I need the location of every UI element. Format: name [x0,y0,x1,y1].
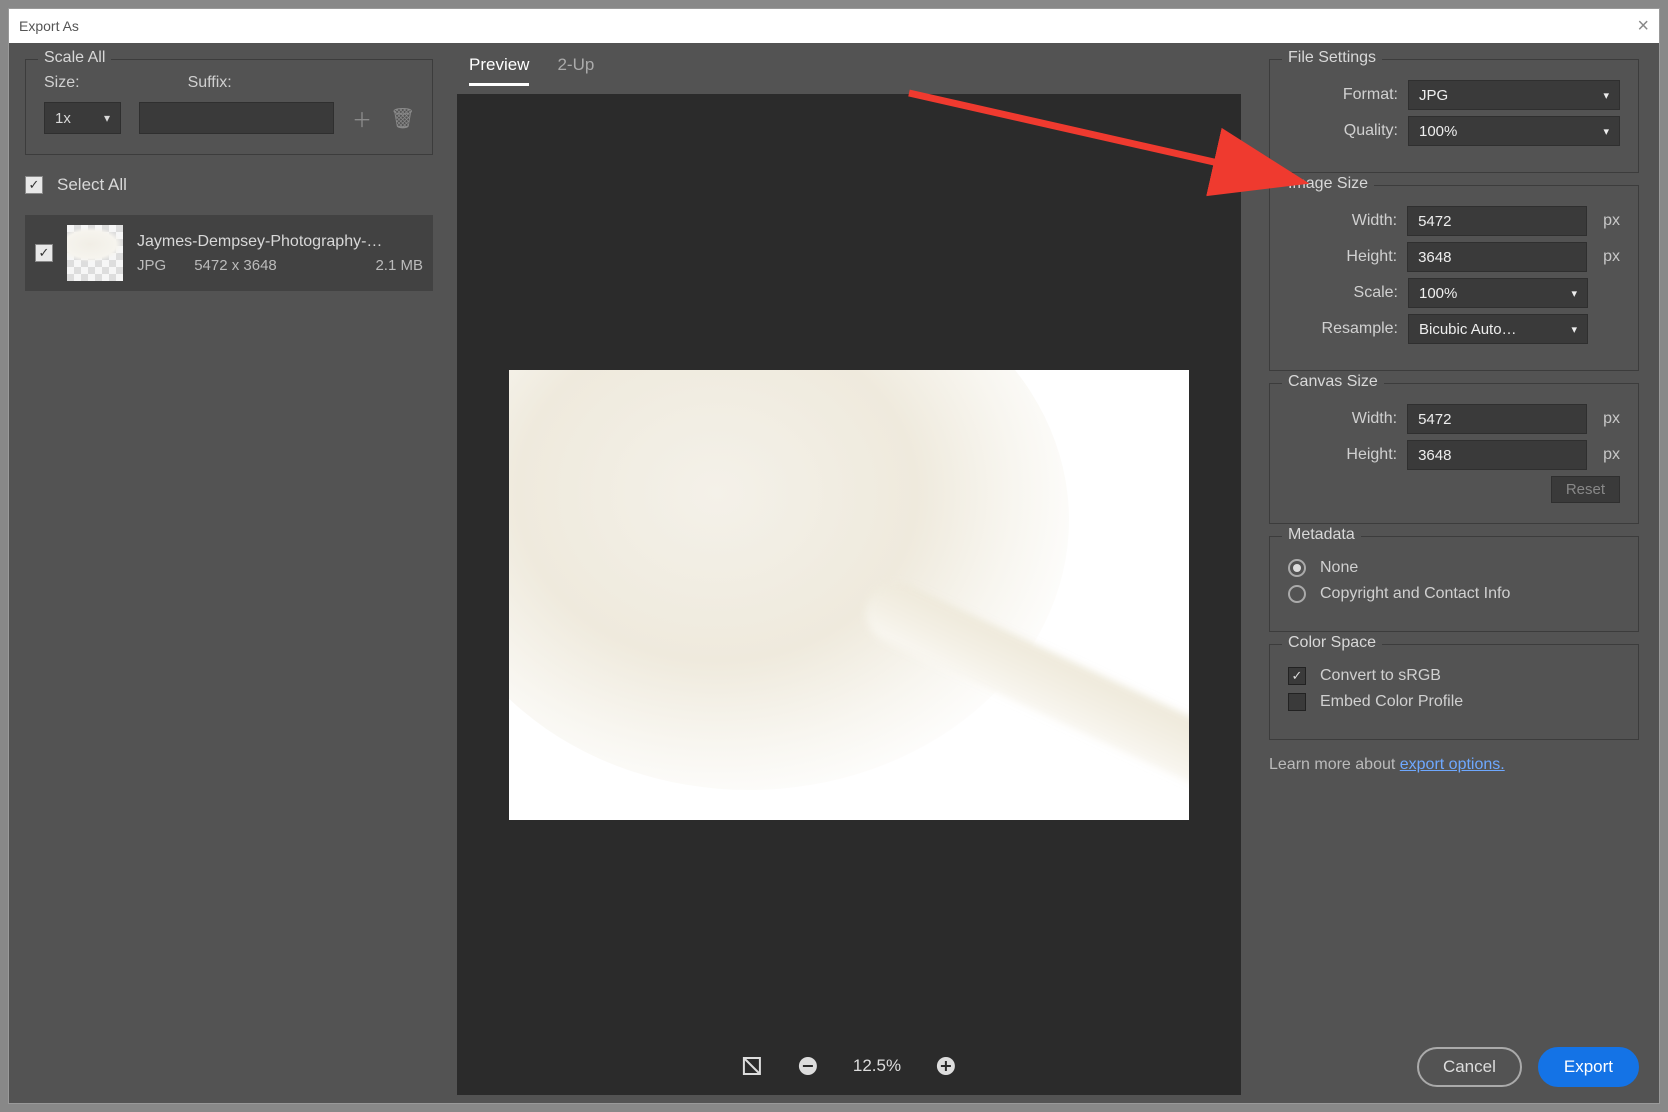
color-space-title: Color Space [1282,634,1382,652]
format-select[interactable]: JPG▾ [1408,80,1620,110]
zoom-in-icon[interactable] [935,1055,957,1077]
asset-thumbnail [67,225,123,281]
canvas-size-title: Canvas Size [1282,373,1384,391]
resample-select[interactable]: Bicubic Auto…▾ [1408,314,1588,344]
titlebar: Export As × [9,9,1659,43]
canvas-height-input[interactable] [1407,440,1587,470]
tab-preview[interactable]: Preview [469,55,529,86]
size-select[interactable]: 1x ▾ [44,102,121,134]
export-options-link[interactable]: export options. [1400,756,1505,773]
suffix-label: Suffix: [188,74,232,92]
format-label: Format: [1288,86,1398,104]
learn-more: Learn more about export options. [1269,756,1639,774]
canvas-area: 12.5% [457,94,1241,1095]
size-value: 1x [55,110,71,127]
unit-px: px [1603,248,1620,266]
chevron-down-icon: ▾ [1603,125,1609,138]
preview-image [509,370,1189,820]
asset-checkbox[interactable]: ✓ [35,244,53,262]
color-space-group: Color Space ✓ Convert to sRGB Embed Colo… [1269,644,1639,740]
scale-all-title: Scale All [38,49,111,67]
file-settings-title: File Settings [1282,49,1382,67]
chevron-down-icon: ▾ [1603,89,1609,102]
chevron-down-icon: ▾ [1571,323,1577,336]
scale-label: Scale: [1288,284,1398,302]
unit-px: px [1603,446,1620,464]
trash-icon[interactable]: 🗑 [390,106,414,131]
quality-select[interactable]: 100%▾ [1408,116,1620,146]
image-size-group: Image Size Width: px Height: px Scale: 1… [1269,185,1639,371]
asset-filesize: 2.1 MB [375,257,423,274]
chevron-down-icon: ▾ [104,111,110,125]
file-settings-group: File Settings Format: JPG▾ Quality: 100%… [1269,59,1639,173]
height-label: Height: [1288,248,1397,266]
metadata-copyright-row[interactable]: Copyright and Contact Info [1288,585,1620,603]
asset-name: Jaymes-Dempsey-Photography-… [137,233,423,251]
zoom-out-icon[interactable] [797,1055,819,1077]
chevron-down-icon: ▾ [1571,287,1577,300]
left-panel: Scale All Size: Suffix: 1x ▾ ＋ 🗑 ✓ [9,43,449,1103]
radio-copyright[interactable] [1288,585,1306,603]
scale-all-group: Scale All Size: Suffix: 1x ▾ ＋ 🗑 [25,59,433,155]
convert-srgb-label: Convert to sRGB [1320,667,1441,685]
canvas-height-label: Height: [1288,446,1397,464]
zoom-level: 12.5% [853,1056,901,1076]
export-button[interactable]: Export [1538,1047,1639,1087]
preview-tabs: Preview 2-Up [449,43,1249,86]
metadata-none-label: None [1320,559,1358,577]
cancel-button[interactable]: Cancel [1417,1047,1522,1087]
canvas-width-label: Width: [1288,410,1397,428]
zoom-bar: 12.5% [741,1055,957,1077]
metadata-copyright-label: Copyright and Contact Info [1320,585,1510,603]
metadata-title: Metadata [1282,526,1361,544]
asset-dims: 5472 x 3648 [194,257,277,274]
add-icon[interactable]: ＋ [352,104,372,133]
asset-row[interactable]: ✓ Jaymes-Dempsey-Photography-… JPG 5472 … [25,215,433,291]
unit-px: px [1603,410,1620,428]
metadata-none-row[interactable]: None [1288,559,1620,577]
asset-format: JPG [137,257,166,274]
footer-buttons: Cancel Export [1269,1035,1639,1087]
size-label: Size: [44,74,80,92]
width-input[interactable] [1407,206,1587,236]
right-panel: File Settings Format: JPG▾ Quality: 100%… [1249,43,1659,1103]
unit-px: px [1603,212,1620,230]
image-size-title: Image Size [1282,175,1374,193]
select-all-checkbox[interactable]: ✓ [25,176,43,194]
reset-button[interactable]: Reset [1551,476,1620,503]
canvas-width-input[interactable] [1407,404,1587,434]
asset-info: Jaymes-Dempsey-Photography-… JPG 5472 x … [137,233,423,274]
scale-select[interactable]: 100%▾ [1408,278,1588,308]
convert-srgb-row[interactable]: ✓ Convert to sRGB [1288,667,1620,685]
embed-profile-checkbox[interactable] [1288,693,1306,711]
resample-label: Resample: [1288,320,1398,338]
height-input[interactable] [1407,242,1587,272]
convert-srgb-checkbox[interactable]: ✓ [1288,667,1306,685]
canvas-size-group: Canvas Size Width: px Height: px Reset [1269,383,1639,524]
width-label: Width: [1288,212,1397,230]
suffix-input[interactable] [139,102,334,134]
select-all-row[interactable]: ✓ Select All [25,175,433,195]
embed-profile-label: Embed Color Profile [1320,693,1463,711]
fit-icon[interactable] [741,1055,763,1077]
export-as-dialog: Export As × Scale All Size: Suffix: 1x ▾… [8,8,1660,1104]
quality-label: Quality: [1288,122,1398,140]
center-panel: Preview 2-Up 12.5% [449,43,1249,1103]
metadata-group: Metadata None Copyright and Contact Info [1269,536,1639,632]
radio-none[interactable] [1288,559,1306,577]
embed-profile-row[interactable]: Embed Color Profile [1288,693,1620,711]
select-all-label: Select All [57,175,127,195]
tab-2up[interactable]: 2-Up [557,55,594,86]
close-icon[interactable]: × [1637,15,1649,38]
dialog-title: Export As [19,18,79,34]
